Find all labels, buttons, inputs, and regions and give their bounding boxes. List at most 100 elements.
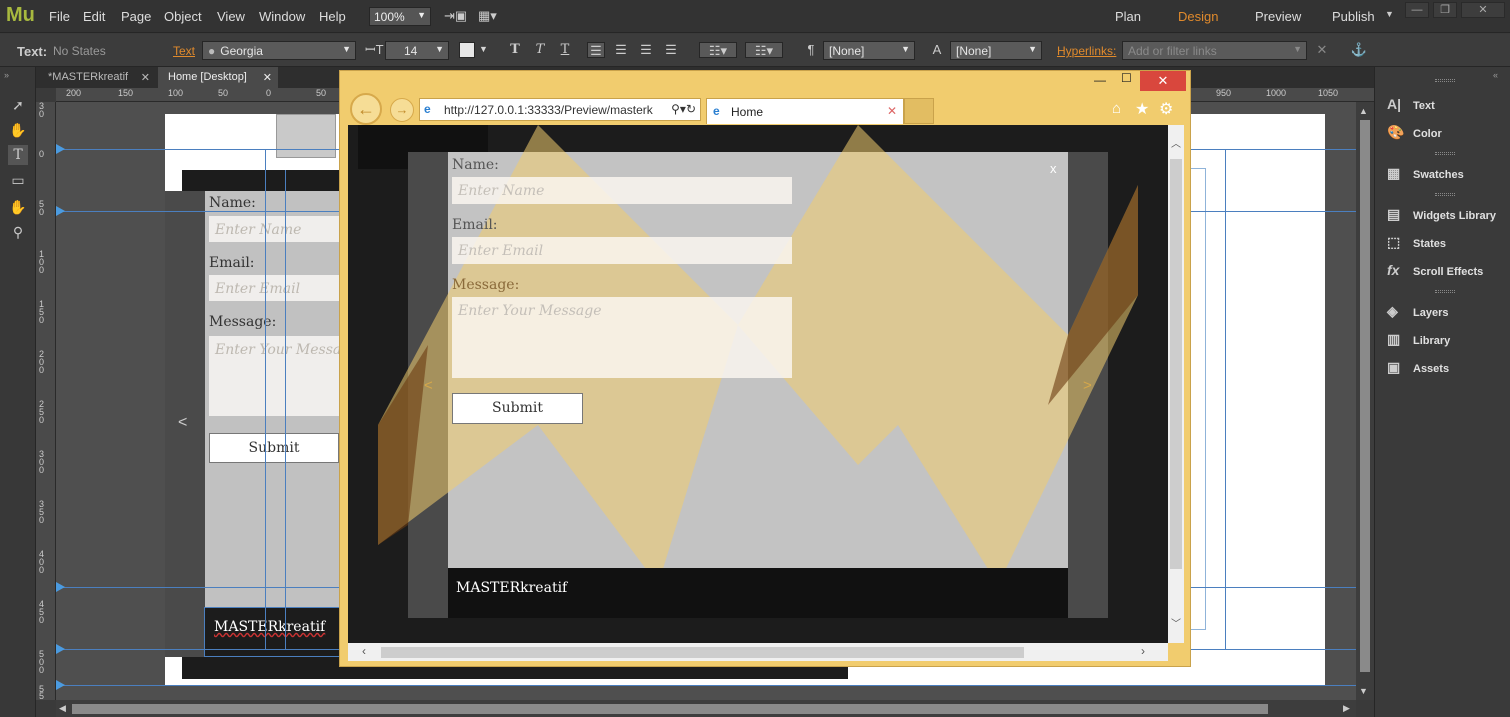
footer-text[interactable]: MASTERkreatif [214,619,325,635]
scroll-right-icon[interactable]: › [1141,644,1145,658]
browser-tab-home[interactable]: e Home ✕ [706,98,904,124]
character-style-select[interactable]: [None] ▼ [950,41,1042,60]
align-right-icon[interactable]: ☰ [637,42,655,58]
font-select[interactable]: ● Georgia ▼ [202,41,356,60]
tab-masterkreatif[interactable]: *MASTERkreatif ✕ [38,67,156,88]
home-icon[interactable]: ⌂ [1112,100,1121,117]
align-justify-icon[interactable]: ☰ [662,42,680,58]
panel-states[interactable]: ⬚ States [1387,234,1446,251]
browser-horizontal-scrollbar[interactable]: ‹ › [348,643,1168,661]
crop-tool-icon[interactable]: ✋ [8,120,28,140]
close-icon[interactable]: ✕ [263,71,272,84]
panel-swatches[interactable]: ▦ Swatches [1387,165,1464,182]
collapse-icon[interactable]: « [1493,70,1498,80]
guide-handle[interactable] [56,144,65,154]
tab-publish[interactable]: Publish [1332,9,1375,24]
arrange-icon[interactable]: ⇥▣ [444,8,467,24]
text-tool-icon[interactable]: T [8,145,28,165]
gear-icon[interactable]: ⚙ [1159,99,1173,119]
numbered-list-icon[interactable]: ☷▾ [745,42,783,58]
prev-arrow[interactable]: < [178,414,187,432]
scroll-down-icon[interactable]: ﹀ [1171,615,1181,630]
align-center-icon[interactable]: ☰ [612,42,630,58]
submit-button[interactable]: Submit [209,433,339,463]
close-icon[interactable]: ✕ [141,71,150,84]
zoom-tool-icon[interactable]: ⚲ [8,222,28,242]
close-button[interactable]: ✕ [1461,2,1505,18]
scroll-up-icon[interactable]: ▲ [1359,106,1368,116]
panel-widgets-library[interactable]: ▤ Widgets Library [1387,206,1496,223]
guide-line[interactable] [265,149,266,649]
panel-grip[interactable] [1435,79,1455,82]
scrollbar-thumb[interactable] [72,704,1268,714]
menu-view[interactable]: View [217,9,245,24]
menu-page[interactable]: Page [121,9,151,24]
guide-handle[interactable] [56,582,65,592]
scroll-up-icon[interactable]: ︿ [1171,135,1181,150]
guide-handle[interactable] [56,680,65,690]
selection-tool-icon[interactable]: ➚ [8,95,28,115]
menu-edit[interactable]: Edit [83,9,105,24]
lightbox-close-button[interactable]: x [1050,161,1057,176]
panel-scroll-effects[interactable]: fx Scroll Effects [1387,262,1483,278]
guide-line[interactable] [56,685,1356,686]
chevron-down-icon[interactable]: ▼ [479,44,488,54]
message-field[interactable]: Enter Your Message [452,297,792,378]
browser-maximize-button[interactable]: ☐ [1121,71,1132,85]
tab-design[interactable]: Design [1178,9,1218,24]
browser-preview-window[interactable]: — ☐ ✕ ← → e http://127.0.0.1:33333/Previ… [339,70,1191,667]
prev-arrow[interactable]: < [424,377,433,394]
text-style-link[interactable]: Text [173,44,195,58]
scroll-right-icon[interactable]: ▶ [1343,703,1350,714]
menu-object[interactable]: Object [164,9,202,24]
minimize-button[interactable]: — [1405,2,1429,18]
view-mode-icon[interactable]: ▦▾ [478,8,497,24]
chevron-down-icon[interactable]: ▼ [1385,9,1394,19]
next-arrow[interactable]: > [1083,377,1092,394]
bold-icon[interactable]: T [506,42,524,58]
submit-button[interactable]: Submit [452,393,583,424]
bullet-list-icon[interactable]: ☷▾ [699,42,737,58]
scrollbar-thumb[interactable] [381,647,1024,658]
scrollbar-thumb[interactable] [1360,120,1370,672]
clear-link-icon[interactable]: ✕ [1313,42,1331,58]
guide-handle[interactable] [56,206,65,216]
panel-assets[interactable]: ▣ Assets [1387,359,1449,376]
rectangle-tool-icon[interactable]: ▭ [8,170,28,190]
tab-plan[interactable]: Plan [1115,9,1141,24]
panel-library[interactable]: ▥ Library [1387,331,1450,348]
panel-layers[interactable]: ◈ Layers [1387,303,1448,320]
panel-color[interactable]: 🎨 Color [1387,124,1442,141]
favorites-icon[interactable]: ★ [1135,99,1149,119]
browser-close-button[interactable]: ✕ [1140,71,1186,91]
tab-preview[interactable]: Preview [1255,9,1301,24]
panel-grip[interactable] [1435,193,1455,196]
font-size-select[interactable]: 14 ▼ [385,41,449,60]
name-field[interactable]: Enter Name [452,177,792,204]
placeholder-image[interactable] [276,114,336,158]
browser-minimize-button[interactable]: — [1094,73,1106,87]
guide-handle[interactable] [56,644,65,654]
scroll-left-icon[interactable]: ‹ [362,644,366,658]
panel-grip[interactable] [1435,290,1455,293]
menu-help[interactable]: Help [319,9,346,24]
collapse-icon[interactable]: » [4,70,9,80]
address-bar[interactable]: e http://127.0.0.1:33333/Preview/masterk… [419,98,701,121]
close-icon[interactable]: ✕ [887,104,897,118]
paragraph-style-select[interactable]: [None] ▼ [823,41,915,60]
vertical-scrollbar[interactable]: ▲ ▼ [1356,102,1374,700]
hand-tool-icon[interactable]: ✋ [8,197,28,217]
italic-icon[interactable]: T [531,42,549,58]
back-button[interactable]: ← [350,93,382,125]
tab-home-desktop[interactable]: Home [Desktop] ✕ [158,67,278,88]
browser-vertical-scrollbar[interactable]: ︿ ﹀ [1168,125,1184,643]
panel-text[interactable]: A| Text [1387,96,1435,112]
anchor-icon[interactable]: ⚓ [1350,42,1368,58]
text-color-swatch[interactable] [459,42,475,58]
hyperlinks-input[interactable]: Add or filter links ▼ [1122,41,1307,60]
guide-line[interactable] [1225,149,1226,649]
new-tab-button[interactable] [904,98,934,124]
zoom-select[interactable]: 100% ▼ [369,7,431,26]
restore-button[interactable]: ❐ [1433,2,1457,18]
guide-line[interactable] [285,170,286,649]
